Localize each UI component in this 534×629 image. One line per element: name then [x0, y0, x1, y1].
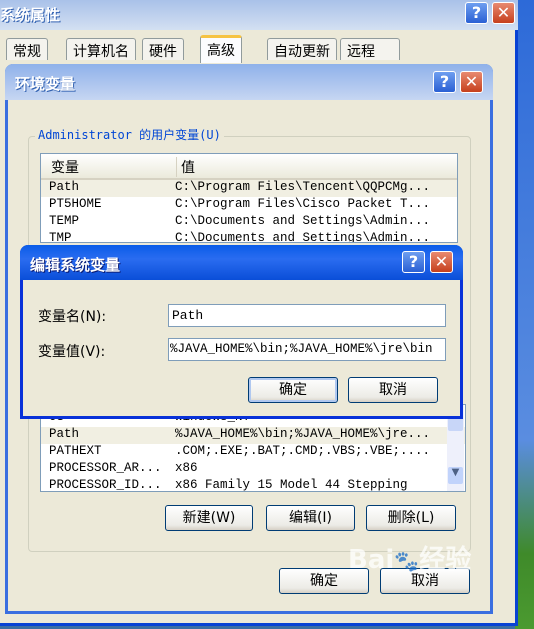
close-icon[interactable]: ✕ [492, 2, 515, 24]
env-dialog-titlebar[interactable]: 环境变量 ? ✕ [5, 64, 493, 100]
close-icon[interactable]: ✕ [430, 251, 453, 273]
tab-general[interactable]: 常规 [6, 38, 48, 60]
help-icon[interactable]: ? [433, 71, 456, 93]
var-name: TMP [49, 231, 72, 243]
var-value: C:\Documents and Settings\Admin... [175, 214, 431, 228]
var-value: C:\Documents and Settings\Admin... [175, 231, 431, 243]
user-variables-list[interactable]: 变量 值 Path C:\Program Files\Tencent\QQPCMg… [40, 153, 458, 243]
var-value: .COM;.EXE;.BAT;.CMD;.VBS;.VBE;.... [175, 444, 431, 458]
table-row[interactable]: Path C:\Program Files\Tencent\QQPCMg... [41, 180, 457, 197]
edit-dialog-title: 编辑系统变量 [30, 256, 121, 274]
variable-value-input[interactable]: %JAVA_HOME%\bin;%JAVA_HOME%\jre\bin [168, 338, 446, 361]
var-value: C:\Program Files\Cisco Packet T... [175, 197, 431, 211]
column-header-variable[interactable]: 变量 [51, 157, 79, 177]
baidu-watermark: Bai🐾经验 [348, 545, 472, 575]
table-row[interactable]: PROCESSOR_ID... x86 Family 15 Model 44 St… [41, 478, 465, 492]
edit-system-variable-dialog: 编辑系统变量 ? ✕ 变量名(N): Path 变量值(V): %JAVA_HO… [20, 245, 463, 419]
var-name: Path [49, 180, 80, 194]
table-row[interactable]: TEMP C:\Documents and Settings\Admin... [41, 214, 457, 231]
var-name: PROCESSOR_AR... [49, 461, 162, 475]
tab-computer-name[interactable]: 计算机名 [66, 38, 136, 60]
user-variables-label: Administrator 的用户变量(U) [35, 126, 224, 143]
tab-automatic-updates[interactable]: 自动更新 [267, 38, 337, 60]
var-name: PROCESSOR_ID... [49, 478, 162, 492]
help-icon[interactable]: ? [402, 251, 425, 273]
new-button[interactable]: 新建(W) [165, 505, 253, 531]
system-properties-titlebar[interactable]: 系统属性 ? ✕ [0, 0, 518, 30]
var-value: x86 Family 15 Model 44 Stepping [175, 478, 408, 492]
var-value: x86 [175, 461, 198, 475]
var-name: PT5HOME [49, 197, 102, 211]
var-name: PATHEXT [49, 444, 102, 458]
variable-name-label: 变量名(N): [38, 309, 107, 325]
table-row[interactable]: PROCESSOR_AR... x86 [41, 461, 465, 478]
var-value: %JAVA_HOME%\bin;%JAVA_HOME%\jre... [175, 427, 431, 441]
delete-button[interactable]: 删除(L) [366, 505, 456, 531]
tab-advanced[interactable]: 高级 [200, 35, 242, 63]
table-row[interactable]: PT5HOME C:\Program Files\Cisco Packet T..… [41, 197, 457, 214]
edit-cancel-button[interactable]: 取消 [348, 377, 438, 403]
table-row[interactable]: PATHEXT .COM;.EXE;.BAT;.CMD;.VBS;.VBE;...… [41, 444, 465, 461]
help-icon[interactable]: ? [465, 2, 488, 24]
tab-hardware[interactable]: 硬件 [142, 38, 184, 60]
tab-remote[interactable]: 远程 [340, 38, 400, 60]
chevron-down-icon[interactable]: ▼ [448, 467, 463, 484]
var-name: TEMP [49, 214, 80, 228]
variable-value-label: 变量值(V): [38, 344, 106, 360]
list-header: 变量 值 [41, 154, 457, 180]
env-dialog-title: 环境变量 [15, 75, 76, 93]
var-value: C:\Program Files\Tencent\QQPCMg... [175, 180, 431, 194]
column-header-value[interactable]: 值 [176, 157, 195, 177]
variable-name-input[interactable]: Path [168, 304, 446, 327]
close-icon[interactable]: ✕ [460, 71, 483, 93]
edit-button[interactable]: 编辑(I) [266, 505, 355, 531]
table-row[interactable]: TMP C:\Documents and Settings\Admin... [41, 231, 457, 243]
window-title: 系统属性 [0, 6, 61, 24]
var-name: Path [49, 427, 80, 441]
edit-ok-button[interactable]: 确定 [248, 377, 338, 403]
edit-dialog-titlebar[interactable]: 编辑系统变量 ? ✕ [20, 245, 463, 280]
table-row[interactable]: Path %JAVA_HOME%\bin;%JAVA_HOME%\jre... [41, 427, 465, 444]
